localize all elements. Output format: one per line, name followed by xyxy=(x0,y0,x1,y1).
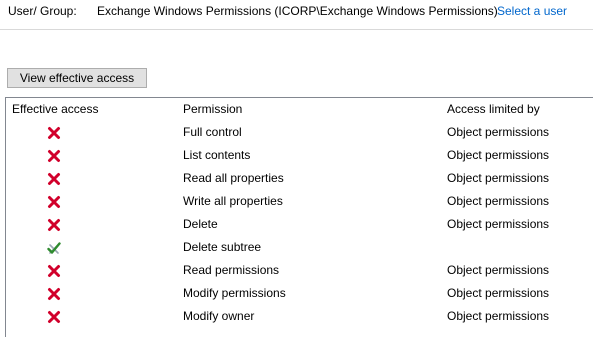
column-header-access-limited-by[interactable]: Access limited by xyxy=(447,102,540,116)
denied-x-icon xyxy=(47,149,61,163)
table-row[interactable]: Read all properties Object permissions xyxy=(6,167,593,190)
permission-name: Delete xyxy=(183,217,218,231)
denied-x-icon xyxy=(47,264,61,278)
permission-name: Full control xyxy=(183,125,242,139)
allowed-check-icon xyxy=(47,241,61,255)
access-limited-by: Object permissions xyxy=(447,309,550,323)
column-header-permission[interactable]: Permission xyxy=(183,102,242,116)
denied-x-icon xyxy=(47,172,61,186)
effective-access-table: Effective access Permission Access limit… xyxy=(5,97,593,337)
access-limited-by: Object permissions xyxy=(447,194,550,208)
permission-name: Write all properties xyxy=(183,194,283,208)
permission-name: Modify owner xyxy=(183,309,255,323)
select-user-link[interactable]: Select a user xyxy=(497,3,567,19)
access-limited-by: Object permissions xyxy=(447,171,550,185)
table-row[interactable]: Modify owner Object permissions xyxy=(6,305,593,328)
table-row[interactable]: Write all properties Object permissions xyxy=(6,190,593,213)
denied-x-icon xyxy=(47,126,61,140)
permission-name: List contents xyxy=(183,148,251,162)
table-row[interactable]: List contents Object permissions xyxy=(6,144,593,167)
permission-name: Read permissions xyxy=(183,263,280,277)
table-row[interactable]: Delete Object permissions xyxy=(6,213,593,236)
access-limited-by: Object permissions xyxy=(447,286,550,300)
denied-x-icon xyxy=(47,287,61,301)
table-header: Effective access Permission Access limit… xyxy=(6,98,593,121)
access-limited-by: Object permissions xyxy=(447,148,550,162)
table-row[interactable]: Read permissions Object permissions xyxy=(6,259,593,282)
access-limited-by: Object permissions xyxy=(447,263,550,277)
denied-x-icon xyxy=(47,310,61,324)
table-row[interactable]: Modify permissions Object permissions xyxy=(6,282,593,305)
table-row[interactable]: Full control Object permissions xyxy=(6,121,593,144)
permission-name: Delete subtree xyxy=(183,240,262,254)
column-header-effective-access[interactable]: Effective access xyxy=(12,102,98,116)
user-group-label: User/ Group: xyxy=(8,4,77,18)
access-limited-by: Object permissions xyxy=(447,217,550,231)
access-limited-by: Object permissions xyxy=(447,125,550,139)
table-row[interactable]: Delete subtree xyxy=(6,236,593,259)
denied-x-icon xyxy=(47,218,61,232)
denied-x-icon xyxy=(47,195,61,209)
permission-name: Read all properties xyxy=(183,171,284,185)
view-effective-access-button[interactable]: View effective access xyxy=(7,68,147,88)
divider xyxy=(0,29,593,30)
user-group-value: Exchange Windows Permissions (ICORP\Exch… xyxy=(97,4,498,18)
permission-name: Modify permissions xyxy=(183,286,286,300)
